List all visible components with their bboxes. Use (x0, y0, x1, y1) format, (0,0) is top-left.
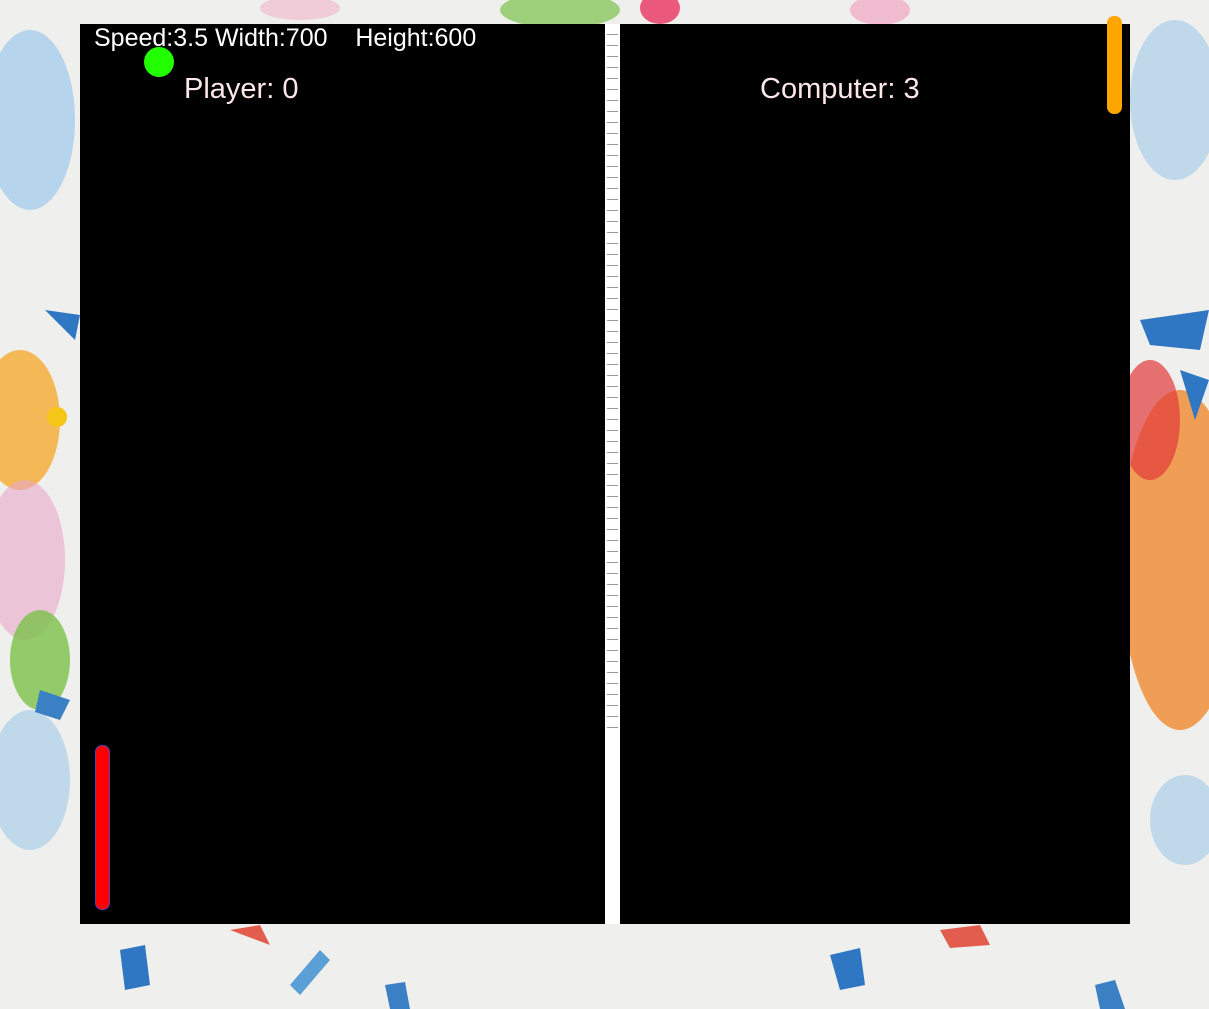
computer-paddle (1107, 16, 1122, 114)
ball (144, 47, 174, 77)
height-readout: Height:600 (355, 24, 477, 52)
computer-score: Computer: 3 (760, 73, 920, 105)
width-readout: Width:700 (214, 24, 328, 52)
center-net (605, 24, 620, 734)
game-board[interactable]: Speed:3.5 Width:700 Height:600 Player: 0… (80, 16, 1130, 924)
player-paddle[interactable] (95, 745, 110, 910)
player-score: Player: 0 (184, 73, 299, 105)
